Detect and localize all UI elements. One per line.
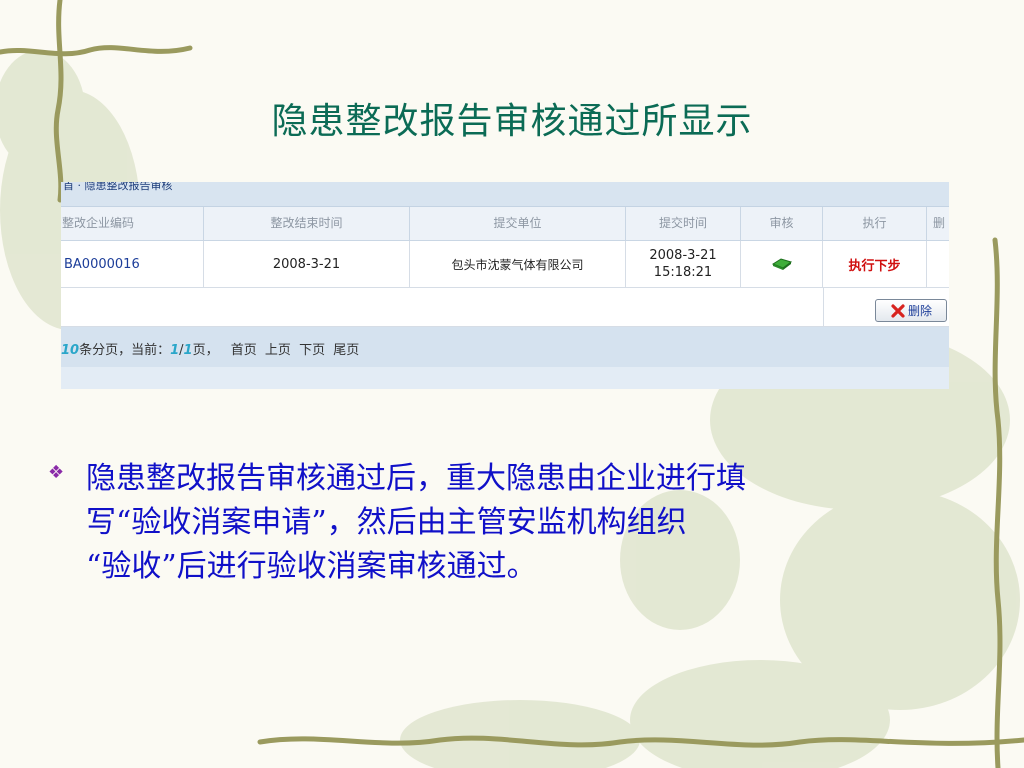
column-header-audit[interactable]: 审核: [741, 207, 823, 240]
last-page-link[interactable]: 尾页: [333, 343, 359, 358]
bullet-paragraph: 隐患整改报告审核通过后，重大隐患由企业进行填 写“验收消案申请”，然后由主管安监…: [86, 457, 986, 589]
slide-title: 隐患整改报告审核通过所显示: [271, 101, 753, 142]
embedded-screenshot: 首 · 隐患整改报告审核 整改企业编码 整改结束时间 提交单位 提交时间 审核 …: [61, 182, 949, 389]
prev-page-link[interactable]: 上页: [265, 343, 291, 358]
company-code-link[interactable]: BA0000016: [61, 241, 204, 288]
pager-suffix: 页，: [192, 343, 219, 358]
divider: [823, 288, 824, 326]
column-header-code[interactable]: 整改企业编码: [61, 207, 204, 240]
first-page-link[interactable]: 首页: [231, 343, 257, 358]
next-page-link[interactable]: 下页: [299, 343, 325, 358]
pager-label: 条分页，当前：: [79, 343, 171, 358]
action-row: 删除: [61, 288, 949, 327]
paragraph-line-2: 写“验收消案申请”，然后由主管安监机构组织: [86, 505, 687, 540]
pager: 10条分页，当前：1/1页， 首页 上页 下页 尾页: [61, 327, 949, 367]
column-header-delete[interactable]: 删: [927, 207, 949, 240]
column-header-end-date[interactable]: 整改结束时间: [204, 207, 410, 240]
delete-button[interactable]: 删除: [875, 299, 947, 322]
submit-clock: 15:18:21: [653, 265, 713, 280]
breadcrumb-text: 首 · 隐患整改报告审核: [63, 182, 173, 192]
bullet-marker: ❖: [48, 462, 65, 483]
breadcrumb: 首 · 隐患整改报告审核: [61, 182, 949, 207]
column-header-exec[interactable]: 执行: [823, 207, 927, 240]
unit-cell: 包头市沈蒙气体有限公司: [410, 241, 626, 288]
delete-x-icon: [891, 303, 905, 318]
column-header-unit[interactable]: 提交单位: [410, 207, 626, 240]
pager-text: 10条分页，当前：1/1页， 首页 上页 下页 尾页: [61, 339, 359, 358]
submit-time-cell: 2008-3-21 15:18:21: [626, 241, 741, 288]
approved-icon[interactable]: [771, 257, 793, 271]
audit-cell: [741, 241, 823, 288]
table-header: 整改企业编码 整改结束时间 提交单位 提交时间 审核 执行 删: [61, 207, 949, 241]
per-page-count: 10: [61, 343, 80, 358]
delete-cell: [927, 241, 949, 288]
total-pages: 1: [183, 343, 193, 358]
current-page: 1: [170, 343, 180, 358]
execute-next-step-link[interactable]: 执行下步: [823, 241, 927, 288]
paragraph-line-1: 隐患整改报告审核通过后，重大隐患由企业进行填: [86, 461, 746, 496]
delete-label: 删除: [907, 304, 932, 318]
paragraph-line-3: “验收”后进行验收消案审核通过。: [86, 549, 537, 584]
column-header-submit-time[interactable]: 提交时间: [626, 207, 741, 240]
footer-strip: [61, 367, 949, 389]
end-date-cell: 2008-3-21: [204, 241, 410, 288]
submit-date: 2008-3-21: [649, 248, 717, 263]
